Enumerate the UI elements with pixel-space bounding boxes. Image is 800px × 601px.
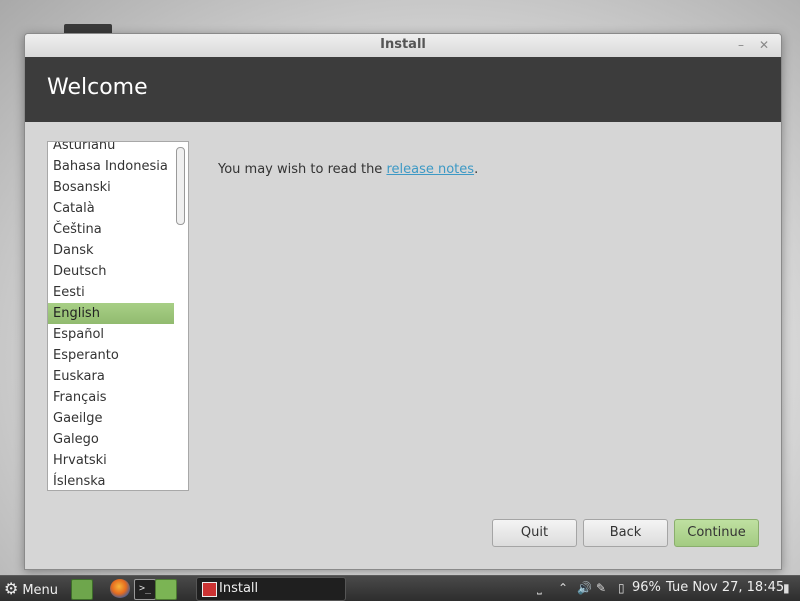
notes-suffix: . — [474, 162, 479, 177]
back-button[interactable]: Back — [583, 519, 668, 547]
clock[interactable]: Tue Nov 27, 18:45 — [666, 579, 784, 597]
title-bar[interactable]: Install – ✕ — [25, 34, 781, 58]
language-item[interactable]: Esperanto — [48, 345, 177, 366]
battery-icon[interactable]: ▯ — [618, 579, 625, 597]
window-title: Install — [380, 37, 426, 52]
continue-button[interactable]: Continue — [674, 519, 759, 547]
page-title: Welcome — [47, 75, 148, 100]
chevron-up-icon[interactable]: ⌃ — [558, 579, 568, 597]
language-item[interactable]: Bosanski — [48, 177, 177, 198]
language-item[interactable]: Čeština — [48, 219, 177, 240]
minimize-icon[interactable]: – — [733, 37, 749, 53]
volume-icon[interactable]: 🔊 — [577, 579, 592, 597]
menu-button[interactable]: ⚙ Menu — [4, 578, 58, 599]
keyboard-icon[interactable]: ⎵ — [537, 579, 542, 597]
language-item[interactable]: Español — [48, 324, 177, 345]
quit-button[interactable]: Quit — [492, 519, 577, 547]
firefox-icon[interactable] — [110, 579, 130, 598]
language-item[interactable]: Français — [48, 387, 177, 408]
taskbar: ⚙ Menu >_ Install ⎵ ⌃ 🔊 ✎ ▯ 96% Tue Nov 2… — [0, 575, 800, 601]
language-item[interactable]: Asturianu — [48, 142, 177, 156]
language-item[interactable]: Galego — [48, 429, 177, 450]
release-notes-link[interactable]: release notes — [386, 162, 474, 177]
install-window: Install – ✕ Welcome Asturianu Bahasa Indo… — [24, 33, 782, 570]
language-list-scrollbar[interactable] — [174, 142, 188, 490]
folder-icon[interactable] — [155, 579, 177, 600]
workspace-icon[interactable]: ▮ — [783, 579, 790, 597]
menu-label: Menu — [22, 583, 59, 598]
show-desktop-icon[interactable] — [71, 579, 93, 600]
language-item[interactable]: Gaeilge — [48, 408, 177, 429]
language-item[interactable]: Català — [48, 198, 177, 219]
network-icon[interactable]: ✎ — [596, 579, 606, 597]
language-item[interactable]: Hrvatski — [48, 450, 177, 471]
language-item[interactable]: Deutsch — [48, 261, 177, 282]
scrollbar-thumb[interactable] — [176, 147, 185, 225]
language-item[interactable]: English — [48, 303, 177, 324]
gear-icon: ⚙ — [4, 579, 19, 598]
taskbar-item-label: Install — [219, 581, 259, 596]
installer-icon — [202, 582, 217, 597]
language-list[interactable]: Asturianu Bahasa Indonesia Bosanski Català Č… — [47, 141, 189, 491]
language-item[interactable]: Dansk — [48, 240, 177, 261]
language-item[interactable]: Eesti — [48, 282, 177, 303]
close-icon[interactable]: ✕ — [756, 37, 772, 53]
notes-prefix: You may wish to read the — [218, 162, 387, 177]
release-notes-text: You may wish to read the release notes. — [218, 162, 478, 177]
language-item[interactable]: Íslenska — [48, 471, 177, 490]
language-item[interactable]: Euskara — [48, 366, 177, 387]
taskbar-item-install[interactable]: Install — [196, 577, 346, 601]
language-item[interactable]: Bahasa Indonesia — [48, 156, 177, 177]
terminal-icon[interactable]: >_ — [134, 579, 156, 600]
header-banner: Welcome — [25, 57, 781, 122]
battery-percent: 96% — [632, 580, 661, 595]
